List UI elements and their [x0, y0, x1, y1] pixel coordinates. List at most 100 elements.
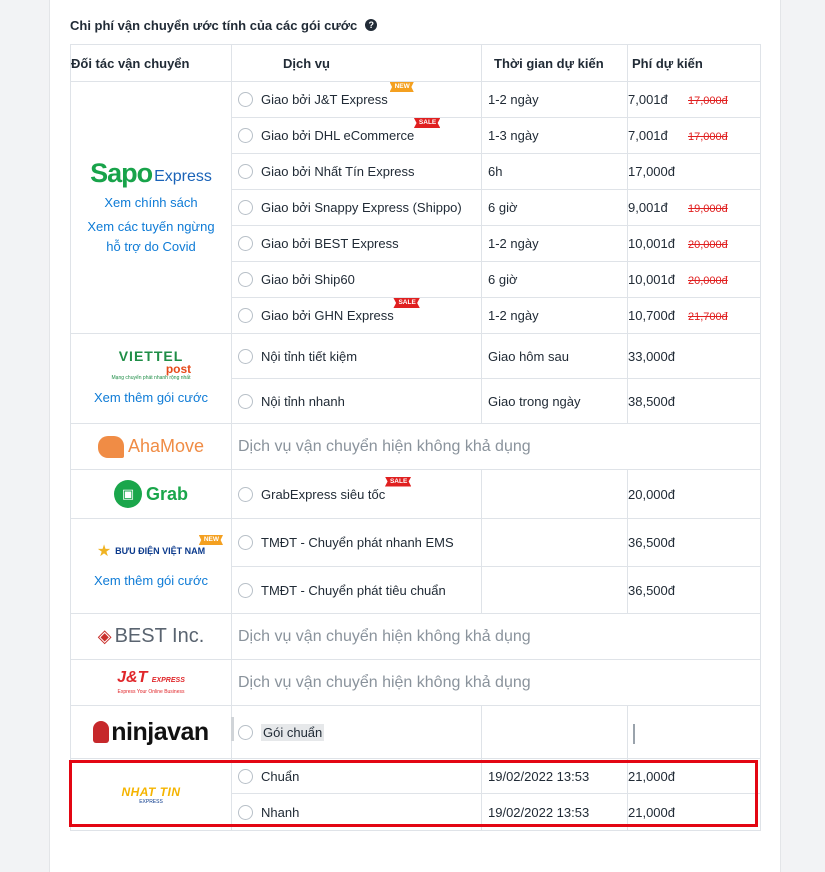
- service-fee: [627, 705, 761, 759]
- viettel-logo: VIETTEL post Mạng chuyển phát nhanh rộng…: [71, 349, 231, 382]
- service-radio[interactable]: [238, 582, 253, 598]
- service-cell: Giao bởi Nhất Tín Express: [231, 153, 482, 190]
- partner-ninjavan: ninjavan: [70, 705, 232, 759]
- table-row: ninjavan Gói chuẩn: [70, 705, 761, 759]
- vnpost-more-link[interactable]: Xem thêm gói cước: [71, 571, 231, 591]
- partner-nhattin: NHAT TIN EXPRESS: [70, 758, 232, 831]
- new-badge: NEW: [389, 82, 414, 92]
- fee-price: 10,700đ: [628, 308, 675, 323]
- grab-logo-text: Grab: [145, 483, 188, 504]
- header-partner: Đối tác vận chuyển: [70, 44, 232, 82]
- fee-price: 9,001đ: [628, 200, 668, 215]
- service-name: GrabExpress siêu tốc SALE: [261, 476, 412, 502]
- service-cell: Gói chuẩn: [231, 705, 482, 759]
- fee-old-price: 19,000đ: [688, 203, 728, 215]
- service-radio[interactable]: [238, 804, 253, 820]
- service-name: Nội tỉnh nhanh: [261, 393, 345, 409]
- service-time: 1-2 ngày: [481, 225, 628, 262]
- unavailable-message: Dịch vụ vận chuyển hiện không khả dụng: [231, 613, 761, 660]
- service-radio[interactable]: [238, 486, 253, 502]
- service-radio[interactable]: [238, 308, 253, 323]
- unavailable-message: Dịch vụ vận chuyển hiện không khả dụng: [231, 423, 761, 470]
- nhattin-logo: NHAT TIN EXPRESS: [71, 785, 231, 805]
- service-name: Gói chuẩn: [261, 723, 325, 741]
- service-name-text: Giao bởi DHL eCommerce: [261, 128, 415, 143]
- best-mark-icon: ◈: [97, 626, 112, 646]
- service-cell: TMĐT - Chuyển phát tiêu chuẩn: [231, 566, 482, 614]
- service-radio[interactable]: [238, 92, 253, 107]
- vnpost-logo: ★ BƯU ĐIỆN VIỆT NAM NEW: [71, 535, 231, 561]
- service-fee: 21,000đ: [627, 758, 761, 794]
- ninjavan-divider: [231, 717, 234, 741]
- service-radio[interactable]: [238, 724, 253, 740]
- service-radio[interactable]: [238, 348, 253, 364]
- header-fee: Phí dự kiến: [627, 44, 761, 82]
- service-cell: Giao bởi GHN Express SALE: [231, 297, 482, 334]
- fee-price: 10,001đ: [628, 236, 675, 251]
- service-cell: Giao bởi BEST Express: [231, 225, 482, 262]
- table-row: NHAT TIN EXPRESS Chuẩn 19/02/2022 13:53 …: [70, 758, 761, 831]
- service-cell: Giao bởi DHL eCommerce SALE: [231, 117, 482, 154]
- service-fee: 7,001đ 17,000đ: [627, 81, 761, 118]
- service-radio[interactable]: [238, 200, 253, 215]
- viettel-more-link[interactable]: Xem thêm gói cước: [71, 388, 231, 408]
- shipping-table: Đối tác vận chuyển Dịch vụ Thời gian dự …: [70, 44, 761, 831]
- service-fee: 21,000đ: [627, 793, 761, 831]
- service-radio[interactable]: [238, 272, 253, 287]
- vnpost-star-icon: ★: [96, 543, 112, 560]
- nhattin-logo-sub: EXPRESS: [139, 798, 163, 805]
- nhattin-logo-text: NHAT TIN: [121, 784, 181, 799]
- service-fee: 17,000đ: [627, 153, 761, 190]
- service-radio[interactable]: [238, 164, 253, 179]
- fee-price: 17,000đ: [628, 164, 675, 179]
- service-time: 1-3 ngày: [481, 117, 628, 154]
- service-fee: 20,000đ: [627, 469, 761, 519]
- fee-old-price: 20,000đ: [688, 239, 728, 251]
- service-name: TMĐT - Chuyển phát nhanh EMS: [261, 535, 454, 550]
- service-name: Giao bởi DHL eCommerce SALE: [261, 118, 441, 143]
- service-time: [481, 469, 628, 519]
- fee-price: 33,000đ: [628, 348, 675, 364]
- service-cell: Nội tỉnh tiết kiệm: [231, 333, 482, 379]
- service-cell: Chuẩn: [231, 758, 482, 794]
- fee-price: 36,500đ: [628, 535, 675, 550]
- fee-price: 7,001đ: [628, 128, 668, 143]
- viettel-logo-tagline: Mạng chuyển phát nhanh rộng nhất: [111, 375, 191, 381]
- service-time: 1-2 ngày: [481, 81, 628, 118]
- text-cursor-indicator: [633, 724, 635, 744]
- service-radio[interactable]: [238, 535, 253, 550]
- sapo-logo-sub: Express: [154, 167, 212, 185]
- table-row: ★ BƯU ĐIỆN VIỆT NAM NEW Xem thêm gói cướ…: [70, 518, 761, 614]
- service-name-text: GrabExpress siêu tốc: [261, 486, 386, 502]
- service-time: Giao hôm sau: [481, 333, 628, 379]
- service-name: Giao bởi GHN Express SALE: [261, 298, 420, 323]
- service-radio[interactable]: [238, 768, 253, 784]
- sale-badge: SALE: [384, 476, 412, 487]
- unavailable-message: Dịch vụ vận chuyển hiện không khả dụng: [231, 659, 761, 706]
- table-row: J&T EXPRESS Express Your Online Business…: [70, 659, 761, 706]
- service-time: [481, 518, 628, 567]
- service-name: TMĐT - Chuyển phát tiêu chuẩn: [261, 582, 446, 598]
- service-radio[interactable]: [238, 236, 253, 251]
- fee-old-price: 21,700đ: [688, 311, 728, 323]
- ahamove-logo: AhaMove: [71, 435, 231, 458]
- service-radio[interactable]: [238, 393, 253, 409]
- best-logo-text: BEST Inc.: [114, 625, 205, 647]
- fee-price: 7,001đ: [628, 92, 668, 107]
- grab-logo: ▣ Grab: [71, 480, 231, 508]
- sapo-covid-link[interactable]: Xem các tuyến ngừng hỗ trợ do Covid: [71, 217, 231, 257]
- fee-old-price: 17,000đ: [688, 131, 728, 143]
- service-cell: Nhanh: [231, 793, 482, 831]
- service-fee: 38,500đ: [627, 378, 761, 424]
- service-fee: 33,000đ: [627, 333, 761, 379]
- ninjavan-logo-text: ninjavan: [111, 717, 209, 746]
- service-name: Nhanh: [261, 804, 300, 820]
- service-fee: 10,700đ 21,700đ: [627, 297, 761, 334]
- service-radio[interactable]: [238, 128, 253, 143]
- fee-price: 21,000đ: [628, 768, 675, 784]
- ninjavan-logo: ninjavan: [71, 718, 231, 747]
- sapo-policy-link[interactable]: Xem chính sách: [71, 193, 231, 213]
- partner-grab: ▣ Grab: [70, 469, 232, 519]
- help-icon[interactable]: ?: [365, 19, 378, 31]
- table-row: Sapo Express Xem chính sách Xem các tuyế…: [70, 81, 761, 334]
